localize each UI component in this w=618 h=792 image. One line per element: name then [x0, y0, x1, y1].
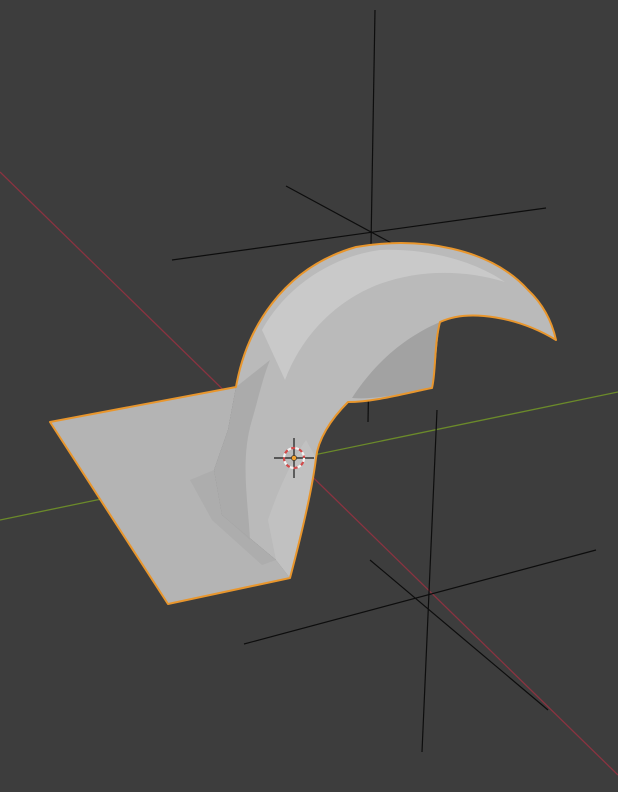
3d-viewport[interactable] [0, 0, 618, 792]
empty-bottom-axis-vertical [421, 409, 438, 753]
mesh-object[interactable] [49, 242, 557, 605]
mesh-arch [214, 243, 556, 578]
empty-bottom-axis-depth [369, 559, 549, 711]
empty-bottom-axis-horizontal [243, 549, 597, 645]
object-origin-icon [291, 455, 297, 461]
viewport-canvas[interactable] [0, 0, 618, 792]
